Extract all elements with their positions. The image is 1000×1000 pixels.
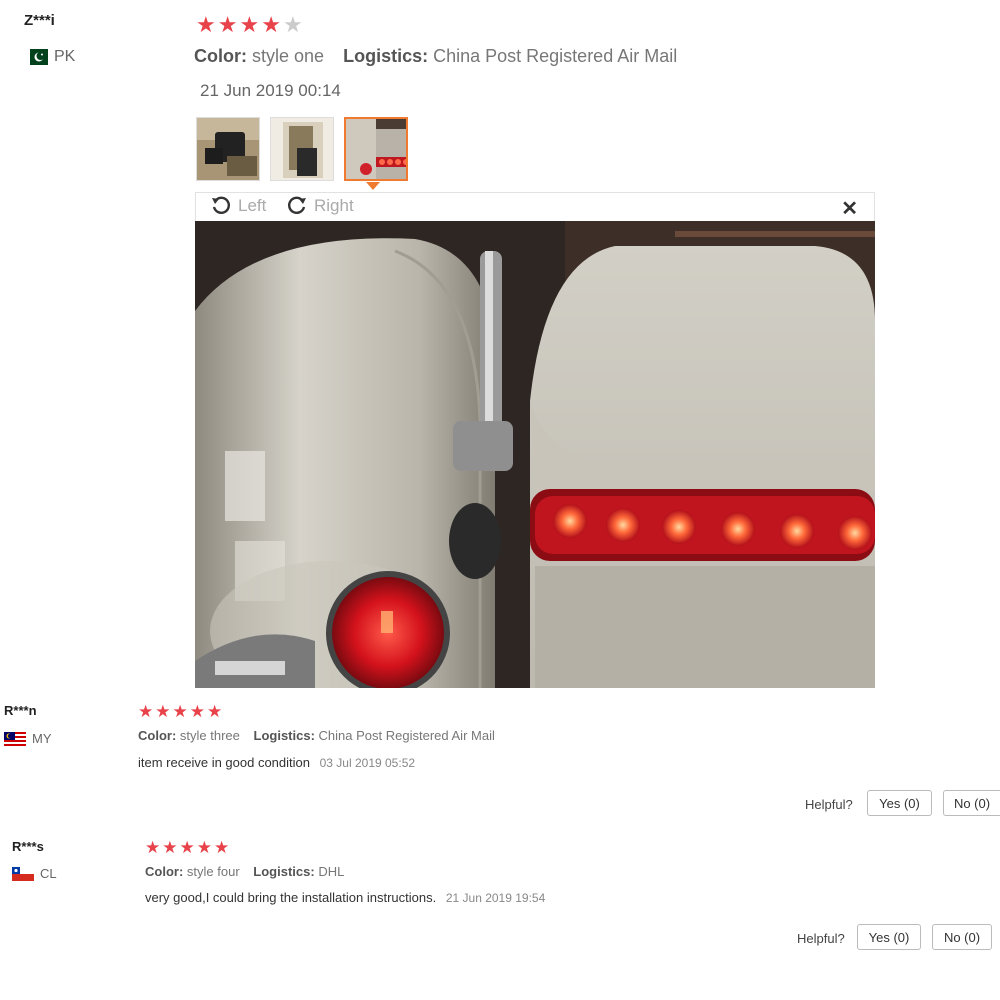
country-code: PK xyxy=(54,48,76,65)
helpful-yes-button[interactable]: Yes (0) xyxy=(857,924,921,950)
review-meta: Color: style three Logistics: China Post… xyxy=(138,728,495,743)
logistics-label: Logistics: xyxy=(253,864,315,879)
reviewer-country: CL xyxy=(12,866,57,881)
star-icon: ★ xyxy=(189,702,205,721)
review-text: item receive in good condition xyxy=(138,755,310,770)
close-icon[interactable]: ✕ xyxy=(841,196,858,221)
selected-indicator xyxy=(366,182,380,190)
logistics-value: China Post Registered Air Mail xyxy=(318,728,495,743)
rotate-right-label: Right xyxy=(314,196,354,215)
logistics-value: DHL xyxy=(318,864,345,879)
review-thumbnail[interactable] xyxy=(270,117,334,181)
star-rating: ★ ★ ★ ★ ★ xyxy=(145,838,229,858)
star-icon: ★ xyxy=(214,838,230,857)
malaysia-flag-icon xyxy=(4,731,26,746)
review-meta: Color: style one Logistics: China Post R… xyxy=(194,46,677,67)
star-icon: ★ xyxy=(217,12,238,37)
reviewer-country: PK xyxy=(24,48,75,66)
review-date: 21 Jun 2019 00:14 xyxy=(200,81,341,100)
review-body: item receive in good condition 03 Jul 20… xyxy=(138,755,415,770)
reviewer-name: R***n xyxy=(4,703,37,718)
country-code: MY xyxy=(32,731,52,746)
chile-flag-icon xyxy=(12,866,34,881)
star-icon: ★ xyxy=(261,12,281,37)
helpful-no-button[interactable]: No (0) xyxy=(943,790,1000,816)
helpful-label: Helpful? xyxy=(797,931,845,946)
review-date: 03 Jul 2019 05:52 xyxy=(319,756,416,770)
review-thumbnail[interactable] xyxy=(196,117,260,181)
rotate-right-icon xyxy=(288,196,306,214)
reviewer-name: Z***i xyxy=(24,12,55,29)
helpful-no-button[interactable]: No (0) xyxy=(932,924,992,950)
helpful-label: Helpful? xyxy=(805,797,853,812)
color-label: Color: xyxy=(145,864,184,879)
review-body: very good,I could bring the installation… xyxy=(145,890,545,905)
logistics-label: Logistics: xyxy=(343,46,429,66)
star-icon: ★ xyxy=(138,702,154,721)
star-icon: ★ xyxy=(196,12,216,37)
star-icon: ★ xyxy=(196,838,212,857)
logistics-label: Logistics: xyxy=(253,728,315,743)
color-value: style one xyxy=(252,46,325,66)
rotate-left-icon xyxy=(212,196,230,214)
color-value: style four xyxy=(186,864,240,879)
star-icon: ★ xyxy=(155,702,171,721)
logistics-value: China Post Registered Air Mail xyxy=(433,46,678,66)
rotate-right-button[interactable]: Right xyxy=(286,195,354,217)
helpful-yes-button[interactable]: Yes (0) xyxy=(867,790,932,816)
star-icon: ★ xyxy=(162,838,178,857)
color-value: style three xyxy=(179,728,240,743)
image-viewer-toolbar: Left Right ✕ xyxy=(195,192,875,221)
pakistan-flag-icon xyxy=(24,49,48,65)
star-icon: ★ xyxy=(239,12,260,37)
review-meta: Color: style four Logistics: DHL xyxy=(145,864,344,879)
star-rating: ★ ★ ★ ★ ★ xyxy=(196,12,303,38)
star-icon: ★ xyxy=(172,702,188,721)
review-photo-large xyxy=(195,221,875,688)
star-empty-icon: ★ xyxy=(282,12,303,37)
rotate-left-button[interactable]: Left xyxy=(210,195,266,217)
reviewer-name: R***s xyxy=(12,839,44,854)
review-date: 21 Jun 2019 19:54 xyxy=(445,891,546,905)
star-icon: ★ xyxy=(207,702,223,721)
reviewer-country: MY xyxy=(4,731,52,746)
color-label: Color: xyxy=(194,46,247,66)
review-text: very good,I could bring the installation… xyxy=(145,890,437,905)
color-label: Color: xyxy=(138,728,177,743)
star-icon: ★ xyxy=(145,838,161,857)
rotate-left-label: Left xyxy=(238,196,267,215)
star-icon: ★ xyxy=(179,838,195,857)
review-thumbnail-selected[interactable] xyxy=(344,117,408,181)
country-code: CL xyxy=(40,866,57,881)
star-rating: ★ ★ ★ ★ ★ xyxy=(138,702,222,722)
